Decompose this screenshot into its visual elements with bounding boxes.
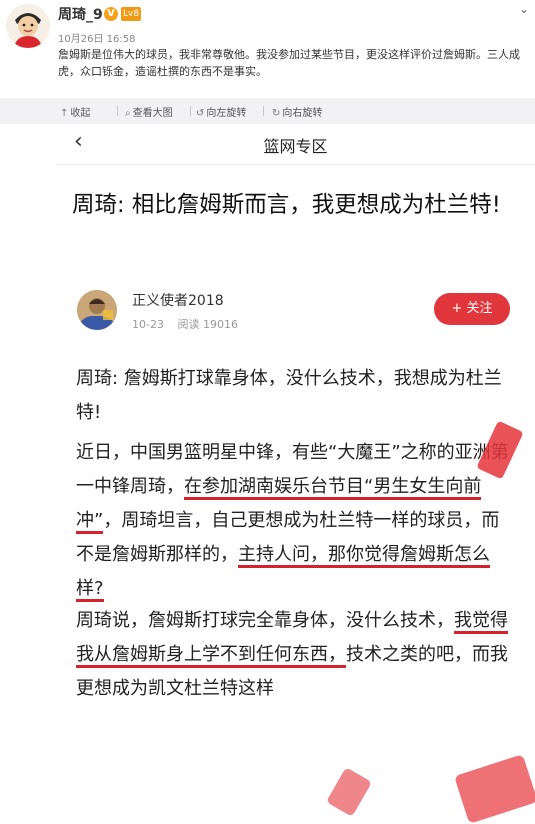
article-date: 10-23 [132,318,164,331]
follow-button[interactable]: + 关注 [434,293,510,325]
paragraph-1: 周琦: 詹姆斯打球靠身体，没什么技术，我想成为杜兰特! [76,368,502,423]
collapse-label: 收起 [70,108,91,119]
red-annotation-mark [454,754,535,824]
paragraph-3: 周琦说，詹姆斯打球完全靠身体，没什么技术，我觉得我从詹姆斯身上学不到任何东西，技… [76,604,516,706]
paragraph-2: 近日，中国男篮明星中锋，有些“大魔王”之称的亚洲第一中锋周琦，在参加湖南娱乐台节… [76,436,516,606]
rotate-right-icon: ↻ [272,108,281,119]
paragraph-text: 周琦说，詹姆斯打球完全靠身体，没什么技术， [76,610,454,631]
view-large-button[interactable]: ⌕ 查看大图 [125,104,173,119]
article-title: 周琦: 相比詹姆斯而言，我更想成为杜兰特! [72,192,501,218]
user-avatar[interactable] [6,4,50,48]
divider [117,106,118,116]
nav-title: 篮网专区 [263,137,328,156]
post-time[interactable]: 10月26日 16:58 [58,30,135,45]
verified-badge: V [104,7,118,21]
zoom-icon: ⌕ [125,108,131,119]
image-toolbar: ↑ 收起 ⌕ 查看大图 ↺ 向左旋转 ↻ 向右旋转 [0,98,535,124]
read-count: 阅读 19016 [177,318,238,331]
level-badge: Lv8 [121,7,142,21]
red-annotation-mark [326,767,372,817]
divider [190,106,191,116]
rotate-right-label: 向右旋转 [282,108,323,119]
rotate-right-button[interactable]: ↻ 向右旋转 [272,104,322,119]
rotate-left-label: 向左旋转 [206,108,247,119]
post-username[interactable]: 周琦_9 [58,4,103,24]
rotate-left-button[interactable]: ↺ 向左旋转 [196,104,246,119]
divider [263,106,264,116]
weibo-post: 周琦_9 V Lv8 ⌄ 10月26日 16:58 詹姆斯是位伟大的球员，我非常… [0,0,535,98]
article-meta: 10-23 阅读 19016 [132,316,238,332]
rotate-left-icon: ↺ [196,108,205,119]
view-large-label: 查看大图 [132,108,173,119]
article-navbar: ‹ 篮网专区 [56,124,535,165]
author-name[interactable]: 正义使者2018 [132,290,224,310]
post-text: 詹姆斯是位伟大的球员，我非常尊敬他。我没参加过某些节目，更没这样评价过詹姆斯。三… [58,48,520,78]
collapse-icon: ↑ [60,108,69,119]
article-screenshot[interactable]: ‹ 篮网专区 周琦: 相比詹姆斯而言，我更想成为杜兰特! 正义使者2018 10… [56,124,535,824]
author-avatar[interactable] [77,290,117,330]
chevron-down-icon[interactable]: ⌄ [519,2,529,16]
collapse-button[interactable]: ↑ 收起 [60,104,90,119]
